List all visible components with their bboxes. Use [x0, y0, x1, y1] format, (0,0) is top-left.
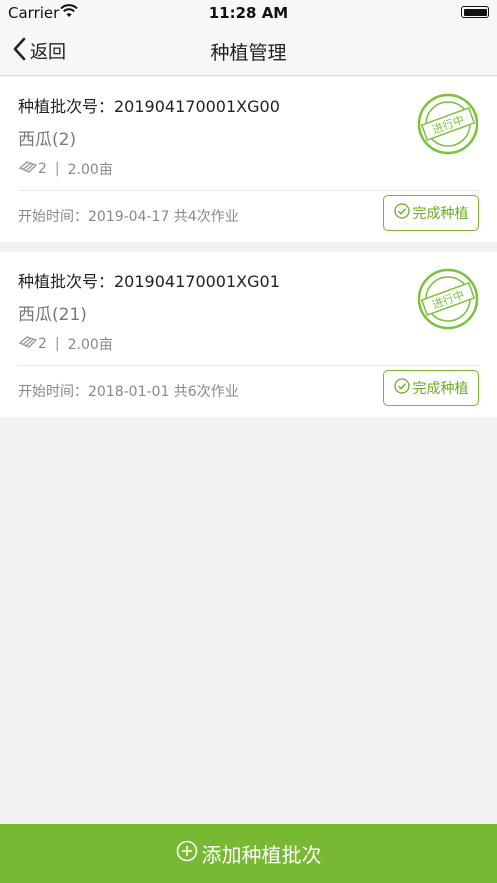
battery-icon	[461, 6, 489, 18]
start-info: 开始时间：2019-04-17 共4次作业	[18, 209, 239, 225]
start-info: 开始时间：2018-01-01 共6次作业	[18, 384, 239, 400]
batch-number: 种植批次号：201904170001XG01	[18, 272, 280, 291]
status-bar: Carrier 11:28 AM	[0, 0, 497, 26]
divider	[18, 365, 479, 366]
plot-area: 2.00亩	[67, 337, 113, 353]
complete-planting-button[interactable]: 完成种植	[383, 195, 479, 231]
add-batch-label: 添加种植批次	[201, 843, 322, 867]
field-icon	[18, 160, 38, 178]
batch-card[interactable]: 种植批次号：201904170001XG00 西瓜(2) 2 | 2.00亩 进…	[0, 77, 497, 242]
plot-count: 2	[38, 336, 47, 352]
navigation-bar: 返回 种植管理	[0, 26, 497, 76]
plot-count: 2	[38, 161, 47, 177]
batch-card[interactable]: 种植批次号：201904170001XG01 西瓜(21) 2 | 2.00亩 …	[0, 252, 497, 417]
page-title: 种植管理	[210, 42, 287, 64]
batch-meta: 2 | 2.00亩	[18, 159, 113, 179]
complete-label: 完成种植	[412, 206, 469, 222]
plot-area: 2.00亩	[67, 162, 113, 178]
batch-meta: 2 | 2.00亩	[18, 334, 113, 354]
plus-circle-icon	[176, 840, 202, 867]
complete-planting-button[interactable]: 完成种植	[383, 370, 479, 406]
crop-name: 西瓜(2)	[18, 130, 77, 150]
crop-name: 西瓜(21)	[18, 305, 87, 325]
in-progress-stamp: 进行中	[417, 268, 479, 330]
check-circle-icon	[393, 203, 413, 223]
batch-number: 种植批次号：201904170001XG00	[18, 97, 280, 116]
separator: |	[54, 161, 60, 177]
complete-label: 完成种植	[412, 381, 469, 397]
field-icon	[18, 335, 38, 353]
clock: 11:28 AM	[208, 4, 289, 22]
in-progress-stamp: 进行中	[417, 93, 479, 155]
add-batch-button[interactable]: 添加种植批次	[0, 824, 497, 883]
check-circle-icon	[393, 378, 413, 398]
separator: |	[54, 336, 60, 352]
divider	[18, 190, 479, 191]
